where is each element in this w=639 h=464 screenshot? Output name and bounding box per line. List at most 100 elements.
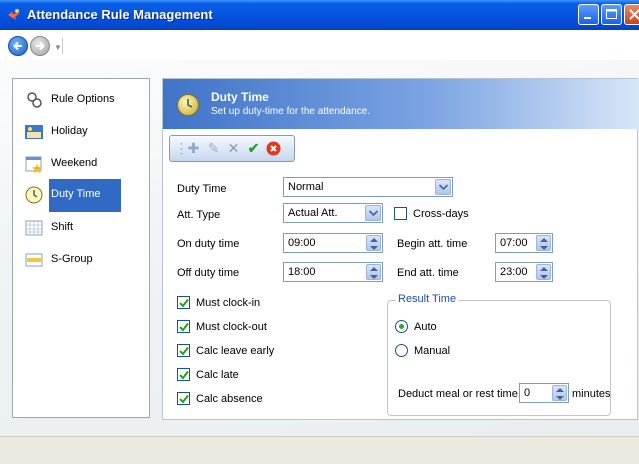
att-type-label: Att. Type xyxy=(177,209,221,221)
add-icon[interactable]: ✚ xyxy=(186,141,201,156)
spin-buttons-icon[interactable] xyxy=(536,264,551,280)
begin-att-time-input[interactable]: 07:00 xyxy=(495,233,553,253)
panel-subtitle: Set up duty-time for the attendance. xyxy=(211,106,370,117)
end-att-time-label: End att. time xyxy=(397,267,459,279)
delete-icon[interactable]: ✕ xyxy=(226,141,241,156)
title-bar: Attendance Rule Management xyxy=(0,0,639,30)
duty-time-select[interactable]: Normal xyxy=(283,177,453,197)
auto-label: Auto xyxy=(414,321,437,333)
sidebar-item-label: S-Group xyxy=(51,253,93,265)
off-duty-time-value: 18:00 xyxy=(288,266,316,278)
close-icon xyxy=(629,9,639,20)
spin-buttons-icon[interactable] xyxy=(536,235,551,251)
cross-days-checkbox[interactable] xyxy=(394,207,407,220)
begin-att-time-value: 07:00 xyxy=(500,237,528,249)
holiday-icon xyxy=(25,125,43,139)
deduct-time-label: Deduct meal or rest time xyxy=(398,388,518,400)
minimize-icon xyxy=(584,17,591,19)
att-type-value: Actual Att. xyxy=(288,207,338,219)
sidebar-item-label: Shift xyxy=(51,221,74,233)
checkmark-icon xyxy=(179,346,189,356)
att-type-select[interactable]: Actual Att. xyxy=(283,203,383,223)
calc-absence-label: Calc absence xyxy=(196,393,263,405)
clock-icon xyxy=(177,94,199,116)
sidebar-item-shift[interactable]: Shift xyxy=(21,217,149,239)
navigation-bar: ▼ xyxy=(0,30,639,60)
forward-button[interactable] xyxy=(30,36,50,56)
checkmark-icon xyxy=(179,370,189,380)
status-bar xyxy=(0,436,639,464)
shift-icon xyxy=(25,220,43,236)
checkmark-icon xyxy=(179,322,189,332)
duty-time-panel: Duty Time Set up duty-time for the atten… xyxy=(162,78,639,420)
sidebar-item-label: Duty Time xyxy=(51,188,101,200)
spin-buttons-icon[interactable] xyxy=(552,385,567,401)
sidebar-item-label: Holiday xyxy=(51,125,88,137)
history-dropdown-icon[interactable]: ▼ xyxy=(54,43,62,52)
must-clock-in-label: Must clock-in xyxy=(196,297,261,309)
cancel-icon[interactable] xyxy=(266,141,281,156)
s-group-icon xyxy=(25,253,43,267)
duty-time-label: Duty Time xyxy=(177,183,227,195)
end-att-time-input[interactable]: 23:00 xyxy=(495,262,553,282)
must-clock-out-label: Must clock-out xyxy=(196,321,267,333)
close-button[interactable] xyxy=(624,4,639,25)
sidebar-item-label: Weekend xyxy=(51,157,98,169)
checkmark-icon xyxy=(179,394,189,404)
off-duty-time-input[interactable]: 18:00 xyxy=(283,262,383,282)
sidebar-item-rule-options[interactable]: Rule Options xyxy=(21,89,149,111)
window-title: Attendance Rule Management xyxy=(27,7,213,22)
clock-icon xyxy=(25,186,43,204)
on-duty-time-input[interactable]: 09:00 xyxy=(283,233,383,253)
minutes-label: minutes xyxy=(572,388,611,400)
edit-icon[interactable]: ✎ xyxy=(206,141,221,156)
sidebar: Rule Options Holiday Weekend Duty Time S… xyxy=(12,78,150,418)
radio-dot xyxy=(399,324,404,329)
calc-leave-early-checkbox[interactable] xyxy=(177,344,190,357)
cross-days-label: Cross-days xyxy=(413,208,469,220)
deduct-time-value: 0 xyxy=(524,387,531,399)
sidebar-item-s-group[interactable]: S-Group xyxy=(21,249,149,271)
sidebar-item-label: Rule Options xyxy=(51,93,115,105)
record-toolbar: ⋮ ✚ ✎ ✕ ✔ xyxy=(169,135,295,162)
sidebar-item-holiday[interactable]: Holiday xyxy=(21,121,149,143)
sidebar-item-duty-time[interactable]: Duty Time xyxy=(21,179,149,212)
off-duty-time-label: Off duty time xyxy=(177,267,240,279)
weekend-icon xyxy=(25,156,42,173)
save-icon[interactable]: ✔ xyxy=(246,141,261,156)
result-time-title: Result Time xyxy=(396,293,459,305)
sidebar-item-weekend[interactable]: Weekend xyxy=(21,153,149,175)
on-duty-time-label: On duty time xyxy=(177,238,240,250)
must-clock-in-checkbox[interactable] xyxy=(177,296,190,309)
calc-leave-early-label: Calc leave early xyxy=(196,345,275,357)
checkmark-icon xyxy=(179,298,189,308)
chevron-down-icon[interactable] xyxy=(365,205,381,221)
on-duty-time-value: 09:00 xyxy=(288,237,316,249)
app-icon xyxy=(8,9,20,20)
end-att-time-value: 23:00 xyxy=(500,266,528,278)
spin-buttons-icon[interactable] xyxy=(366,235,381,251)
calc-late-checkbox[interactable] xyxy=(177,368,190,381)
rule-options-icon xyxy=(27,92,42,108)
auto-radio[interactable] xyxy=(395,320,408,333)
duty-time-value: Normal xyxy=(288,181,324,193)
chevron-down-icon[interactable] xyxy=(435,179,451,195)
toolbar-separator xyxy=(62,38,63,54)
forward-arrow-icon xyxy=(36,41,45,51)
calc-late-label: Calc late xyxy=(196,369,239,381)
deduct-time-input[interactable]: 0 xyxy=(519,383,569,403)
begin-att-time-label: Begin att. time xyxy=(397,238,468,250)
manual-radio[interactable] xyxy=(395,344,408,357)
back-arrow-icon xyxy=(13,41,22,51)
maximize-button[interactable] xyxy=(601,4,622,25)
calc-absence-checkbox[interactable] xyxy=(177,392,190,405)
must-clock-out-checkbox[interactable] xyxy=(177,320,190,333)
maximize-icon xyxy=(606,9,617,19)
manual-label: Manual xyxy=(414,345,451,357)
minimize-button[interactable] xyxy=(578,4,599,25)
spin-buttons-icon[interactable] xyxy=(366,264,381,280)
panel-header: Duty Time Set up duty-time for the atten… xyxy=(163,79,639,129)
back-button[interactable] xyxy=(8,36,28,56)
result-time-group: Result Time Auto Manual Deduct meal or r… xyxy=(387,293,611,416)
panel-title: Duty Time xyxy=(211,90,269,104)
